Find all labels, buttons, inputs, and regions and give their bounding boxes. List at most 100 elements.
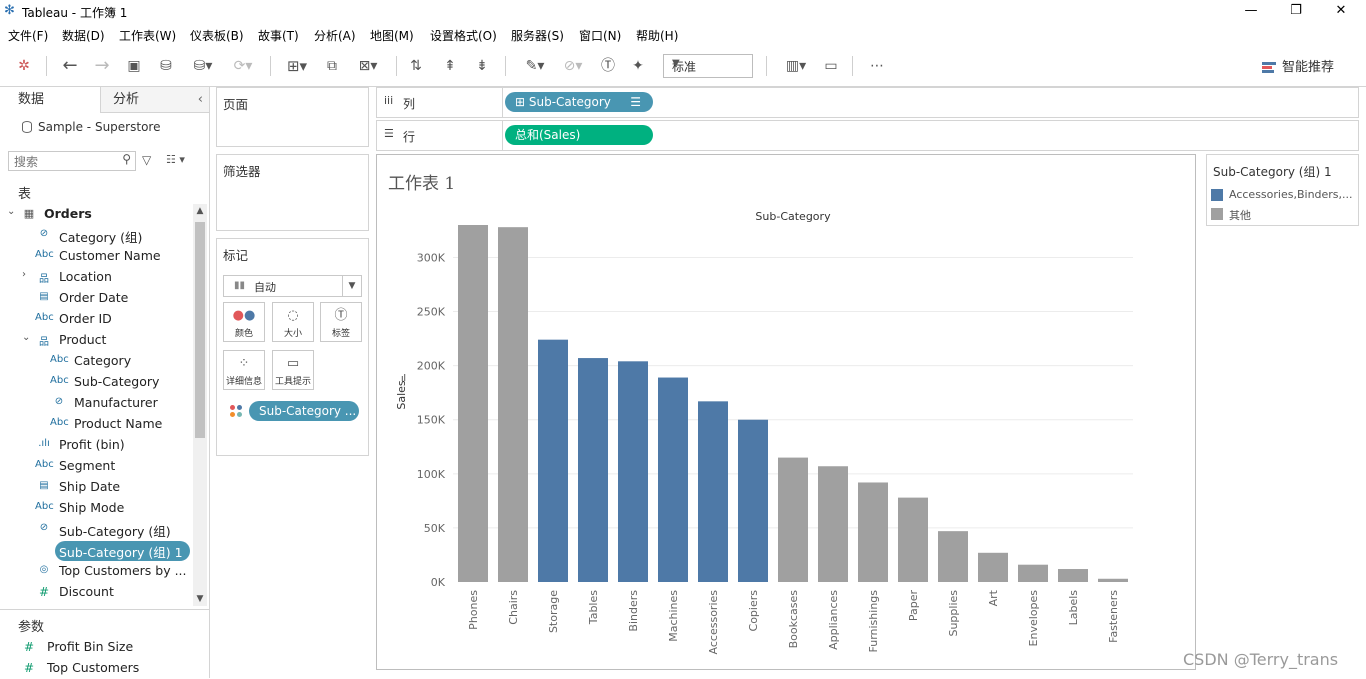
fit-select[interactable]: 标准 ▼ <box>663 54 753 78</box>
menu-format[interactable]: 设置格式(O) <box>430 27 497 44</box>
field-item[interactable]: .ılı Profit (bin) <box>0 435 192 456</box>
refresh-icon[interactable]: ⟳▾ <box>226 55 260 77</box>
field-item[interactable]: Abc Customer Name <box>0 246 192 267</box>
columns-pill[interactable]: ⊞ Sub-Category ☰ <box>505 92 653 112</box>
field-item[interactable]: ▤ Ship Date <box>0 477 192 498</box>
x-tick-label: Paper <box>907 590 920 622</box>
minimize-button[interactable]: — <box>1228 0 1274 24</box>
scroll-up-icon[interactable]: ▲ <box>193 204 207 218</box>
duplicate-sheet-icon[interactable]: ⧉ <box>322 55 342 77</box>
menu-help[interactable]: 帮助(H) <box>636 27 678 44</box>
field-item[interactable]: Abc Product Name <box>0 414 192 435</box>
chevron-down-icon[interactable]: ⌄ <box>7 206 15 217</box>
redo-icon[interactable]: → <box>92 55 112 77</box>
presentation-mode-icon[interactable]: ▭ <box>820 55 842 77</box>
filters-card[interactable]: 筛选器 <box>216 154 369 231</box>
highlight-icon[interactable]: ✎▾ <box>518 55 552 77</box>
field-item[interactable]: Abc Order ID <box>0 309 192 330</box>
field-item[interactable]: ⊘ Manufacturer <box>0 393 192 414</box>
marks-color-pill[interactable]: Sub-Category ... <box>249 401 359 421</box>
size-button[interactable]: ◌ 大小 <box>272 302 314 342</box>
sort-ascending-icon[interactable]: ⇞ <box>440 55 460 77</box>
field-item[interactable]: ▤ Order Date <box>0 288 192 309</box>
param-item[interactable]: # Top Customers <box>0 658 192 679</box>
sort-descending-icon[interactable]: ⇟ <box>472 55 492 77</box>
search-input[interactable] <box>9 152 116 172</box>
abc-icon: Abc <box>50 417 69 428</box>
chevron-down-icon[interactable]: ⌄ <box>22 332 30 343</box>
new-worksheet-icon[interactable]: ⊞▾ <box>280 55 314 77</box>
detail-button[interactable]: ⁘ 详细信息 <box>223 350 265 390</box>
table-item[interactable]: ⌄ ▦ Orders <box>0 204 192 225</box>
chevron-left-icon[interactable]: ‹ <box>198 87 203 113</box>
menu-server[interactable]: 服务器(S) <box>511 27 564 44</box>
field-item[interactable]: ⊘ Sub-Category (组) <box>0 519 192 540</box>
tab-analysis[interactable]: 分析 ‹ <box>100 87 209 113</box>
restore-button[interactable]: ❐ <box>1273 0 1319 24</box>
bar <box>698 401 728 582</box>
bar <box>898 497 928 582</box>
pause-updates-icon[interactable]: ⛁▾ <box>188 55 218 77</box>
menu-data[interactable]: 数据(D) <box>62 27 105 44</box>
menu-file[interactable]: 文件(F) <box>8 27 48 44</box>
show-cards-icon[interactable]: ▥▾ <box>778 55 814 77</box>
new-datasource-icon[interactable]: ⛁ <box>156 55 176 77</box>
field-item[interactable]: › 品 Location <box>0 267 192 288</box>
detail-icon: ⁘ <box>238 356 250 371</box>
menu-dashboard[interactable]: 仪表板(B) <box>190 27 244 44</box>
pages-card[interactable]: 页面 <box>216 87 369 147</box>
label-button[interactable]: Ⓣ 标签 <box>320 302 362 342</box>
rows-shelf[interactable]: ☰ 行 总和(Sales) <box>376 120 1359 151</box>
swap-rows-columns-icon[interactable]: ⇅ <box>406 55 426 77</box>
show-labels-icon[interactable]: Ⓣ <box>598 55 618 77</box>
field-item[interactable]: # Discount <box>0 582 192 603</box>
color-legend[interactable]: Sub-Category (组) 1 Accessories,Binders,.… <box>1206 154 1359 226</box>
menu-map[interactable]: 地图(M) <box>370 27 414 44</box>
menu-story[interactable]: 故事(T) <box>258 27 299 44</box>
legend-item[interactable]: 其他 <box>1211 206 1358 222</box>
color-button[interactable]: ●● 颜色 <box>223 302 265 342</box>
rows-pill[interactable]: 总和(Sales) <box>505 125 653 145</box>
field-item[interactable]: ⊘ Category (组) <box>0 225 192 246</box>
field-item[interactable]: Abc Sub-Category <box>0 372 192 393</box>
search-field[interactable]: ⚲ <box>8 151 136 172</box>
field-list-scrollbar[interactable]: ▲ ▼ <box>193 204 207 606</box>
field-item[interactable]: Abc Ship Mode <box>0 498 192 519</box>
field-item[interactable]: ⌄ 品 Product <box>0 330 192 351</box>
bin-icon: .ılı <box>38 438 50 449</box>
share-icon[interactable]: ⋯ <box>866 55 888 77</box>
field-item[interactable]: ◎ Top Customers by ... <box>0 561 192 582</box>
menu-analysis[interactable]: 分析(A) <box>314 27 356 44</box>
param-item[interactable]: # Profit Bin Size <box>0 637 192 658</box>
y-tick-label: 250K <box>417 306 446 319</box>
save-icon[interactable]: ▣ <box>124 55 144 77</box>
fix-axes-icon[interactable]: ✦ <box>628 55 648 77</box>
tooltip-icon: ▭ <box>286 356 300 371</box>
legend-item[interactable]: Accessories,Binders,... <box>1211 187 1358 203</box>
columns-shelf[interactable]: iii 列 ⊞ Sub-Category ☰ <box>376 87 1359 118</box>
field-item[interactable]: ⊘ Sub-Category (组) 1 <box>0 540 192 561</box>
scroll-thumb[interactable] <box>195 222 205 438</box>
y-tick-label: 200K <box>417 360 446 373</box>
close-button[interactable]: ✕ <box>1318 0 1364 24</box>
scroll-down-icon[interactable]: ▼ <box>193 592 207 606</box>
chevron-right-icon[interactable]: › <box>22 269 26 280</box>
x-tick-label: Fasteners <box>1107 590 1120 643</box>
show-me-button[interactable]: 智能推荐 <box>1262 56 1334 75</box>
field-item[interactable]: Abc Segment <box>0 456 192 477</box>
field-item[interactable]: Abc Category <box>0 351 192 372</box>
tooltip-button[interactable]: ▭ 工具提示 <box>272 350 314 390</box>
datasource-item[interactable]: Sample - Superstore <box>22 120 160 134</box>
tableau-home-icon[interactable]: ✲ <box>14 55 34 77</box>
undo-icon[interactable]: ← <box>60 55 80 77</box>
menu-window[interactable]: 窗口(N) <box>579 27 621 44</box>
view-options-icon[interactable]: ☷ ▾ <box>166 153 185 166</box>
x-tick-label: Furnishings <box>867 590 880 653</box>
mark-type-select[interactable]: ▮▮ 自动 ▼ <box>223 275 362 297</box>
clear-sheet-icon[interactable]: ⊠▾ <box>350 55 386 77</box>
group-members-icon[interactable]: ⊘▾ <box>556 55 590 77</box>
tab-data[interactable]: 数据 <box>0 87 100 113</box>
menu-worksheet[interactable]: 工作表(W) <box>119 27 176 44</box>
filter-icon[interactable]: ▽ <box>142 153 151 167</box>
bar-chart: Sub-Category 0K 50K 100K 150K 200K 250K 300K Sal… <box>395 210 1133 654</box>
